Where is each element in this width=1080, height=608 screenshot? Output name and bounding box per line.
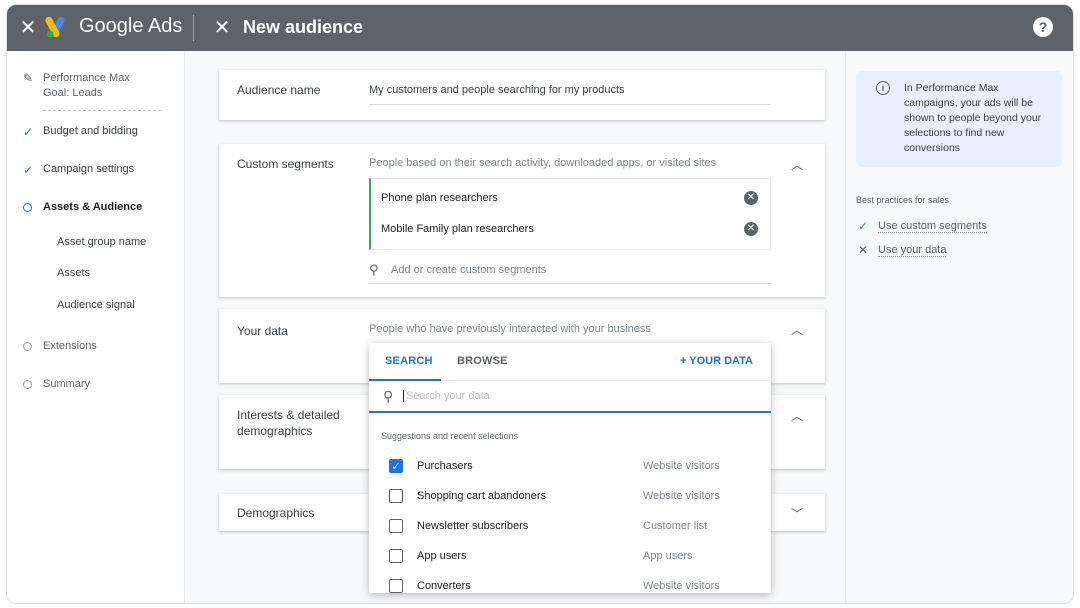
pencil-icon: ✎ (23, 71, 34, 85)
campaign-type: Performance Max (43, 72, 130, 84)
nav-item-assets-audience[interactable]: Assets & Audience (23, 201, 142, 215)
your-data-dropdown: SEARCH BROWSE + YOUR DATA ⚲ Suggestions … (369, 343, 771, 593)
checkbox[interactable] (389, 519, 403, 533)
your-data-label: Your data (237, 324, 288, 338)
chevron-down-icon[interactable]: ﹀ (791, 505, 803, 522)
top-bar: ✕ Google Ads ✕ New audience ? (7, 5, 1073, 51)
campaign-goal: Goal: Leads (43, 87, 103, 99)
add-your-data-link[interactable]: + YOUR DATA (680, 355, 753, 367)
custom-segments-label: Custom segments (237, 157, 334, 171)
search-icon: ⚲ (383, 387, 394, 404)
nav-item-label: Campaign settings (43, 163, 135, 175)
checkbox[interactable] (389, 549, 403, 563)
best-practices-title: Best practices for sales (856, 195, 950, 205)
segment-chip: Mobile Family plan researchers ✕ (381, 214, 758, 244)
your-data-description: People who have previously interacted wi… (369, 323, 651, 335)
nav-item-extensions[interactable]: Extensions (23, 340, 97, 354)
item-source: Website visitors (643, 460, 720, 472)
best-practice-item[interactable]: ✓ Use custom segments (858, 219, 987, 233)
checkbox[interactable] (389, 579, 403, 593)
demographics-label: Demographics (237, 506, 315, 520)
remove-icon[interactable]: ✕ (744, 191, 758, 205)
best-practice-label: Use your data (878, 243, 947, 257)
step-current-icon (23, 203, 32, 212)
nav-sub-assets[interactable]: Assets (57, 267, 90, 279)
nav-sub-audience-signal[interactable]: Audience signal (57, 299, 135, 311)
audience-name-label: Audience name (237, 83, 321, 97)
item-source: App users (643, 550, 693, 562)
item-label: Converters (417, 580, 471, 592)
nav-item-label: Budget and bidding (43, 125, 138, 137)
best-practice-label: Use custom segments (878, 219, 987, 233)
nav-item-label: Extensions (43, 340, 97, 352)
list-item[interactable]: Converters Website visitors (369, 571, 771, 593)
custom-segments-search[interactable]: ⚲ Add or create custom segments (369, 262, 771, 284)
custom-segments-search-placeholder: Add or create custom segments (391, 264, 547, 276)
step-todo-icon (23, 342, 32, 351)
chevron-up-icon[interactable]: ︿ (791, 407, 803, 424)
google-ads-logo-icon (45, 16, 65, 38)
list-item[interactable]: Shopping cart abandoners Website visitor… (369, 481, 771, 511)
best-practice-item[interactable]: ✕ Use your data (858, 243, 947, 257)
divider (43, 110, 161, 111)
remove-icon[interactable]: ✕ (744, 222, 758, 236)
nav-item-label: Assets & Audience (43, 201, 143, 213)
segment-label: Mobile Family plan researchers (381, 223, 534, 235)
item-label: Shopping cart abandoners (417, 490, 547, 502)
check-icon: ✓ (23, 163, 34, 177)
checkbox-checked[interactable]: ✓ (389, 459, 403, 473)
brand-name: Google Ads (79, 15, 183, 37)
segment-list: Phone plan researchers ✕ Mobile Family p… (369, 178, 771, 250)
info-box: i In Performance Max campaigns, your ads… (856, 71, 1062, 167)
page-title: New audience (243, 17, 364, 37)
step-todo-icon (23, 380, 32, 389)
segment-label: Phone plan researchers (381, 192, 498, 204)
item-label: Newsletter subscribers (417, 520, 529, 532)
check-icon: ✓ (858, 219, 869, 233)
nav-campaign[interactable]: ✎ Performance Max Goal: Leads (23, 71, 130, 101)
custom-segments-card: Custom segments People based on their se… (219, 144, 825, 297)
item-source: Website visitors (643, 490, 720, 502)
item-source: Customer list (643, 520, 708, 532)
list-item[interactable]: Newsletter subscribers Customer list (369, 511, 771, 541)
nav-item-campaign-settings[interactable]: ✓ Campaign settings (23, 163, 134, 177)
tab-search[interactable]: SEARCH (385, 355, 433, 367)
dropdown-search: ⚲ (369, 381, 771, 413)
right-panel: i In Performance Max campaigns, your ads… (845, 51, 1073, 603)
info-text: In Performance Max campaigns, your ads w… (904, 82, 1042, 154)
nav-item-summary[interactable]: Summary (23, 378, 90, 392)
nav-item-budget[interactable]: ✓ Budget and bidding (23, 125, 138, 139)
search-icon: ⚲ (369, 262, 379, 277)
audience-name-card: Audience name My customers and people se… (219, 70, 825, 120)
app-window: ✕ Google Ads ✕ New audience ? ✎ Performa… (6, 4, 1074, 604)
search-your-data-input[interactable] (403, 390, 703, 402)
chevron-up-icon[interactable]: ︿ (791, 156, 803, 173)
audience-name-input[interactable]: My customers and people searching for my… (369, 84, 771, 105)
item-source: Website visitors (643, 580, 720, 592)
item-label: Purchasers (417, 460, 473, 472)
close-icon[interactable]: ✕ (17, 17, 39, 39)
list-item[interactable]: ✓ Purchasers Website visitors (369, 451, 771, 481)
custom-segments-description: People based on their search activity, d… (369, 157, 717, 169)
item-label: App users (417, 550, 467, 562)
close-audience-icon[interactable]: ✕ (211, 17, 233, 39)
nav-sub-asset-group-name[interactable]: Asset group name (57, 236, 146, 248)
tab-browse[interactable]: BROWSE (457, 355, 508, 367)
help-icon[interactable]: ? (1033, 17, 1053, 37)
suggestions-caption: Suggestions and recent selections (381, 431, 519, 441)
left-nav: ✎ Performance Max Goal: Leads ✓ Budget a… (7, 51, 185, 603)
info-icon: i (876, 81, 890, 95)
nav-item-label: Summary (43, 378, 91, 390)
checkbox[interactable] (389, 489, 403, 503)
close-icon: ✕ (858, 243, 869, 257)
check-icon: ✓ (23, 125, 34, 139)
chevron-up-icon[interactable]: ︿ (791, 321, 803, 338)
interests-label: Interests & detailed demographics (237, 408, 340, 438)
dropdown-tabs: SEARCH BROWSE + YOUR DATA (369, 343, 771, 381)
list-item[interactable]: App users App users (369, 541, 771, 571)
divider (193, 15, 194, 41)
segment-chip: Phone plan researchers ✕ (381, 183, 758, 213)
